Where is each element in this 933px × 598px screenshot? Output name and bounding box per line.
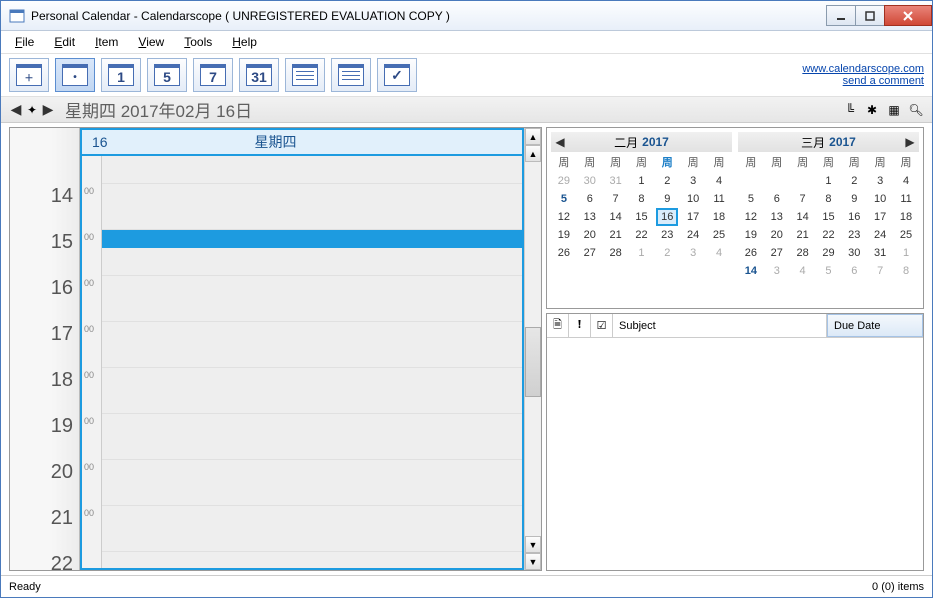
hour-label: 15 <box>10 230 79 276</box>
day1-view-button[interactable]: 1 <box>101 58 141 92</box>
minimize-button[interactable] <box>826 5 856 26</box>
prev-day-button[interactable]: ◀ <box>9 101 23 118</box>
menu-view[interactable]: View <box>130 33 172 51</box>
hour-label: 17 <box>10 322 79 368</box>
maximize-button[interactable] <box>855 5 885 26</box>
year-label: 2017 <box>829 135 856 149</box>
hour-label: 22 <box>10 552 79 575</box>
next-day-button[interactable]: ▶ <box>41 101 55 118</box>
mini-month-feb: ◀ 二月 2017 周周周周周周周 2930311234 567891011 1… <box>551 132 732 304</box>
item-count: 0 (0) items <box>872 581 924 593</box>
site-link[interactable]: www.calendarscope.com <box>802 63 924 75</box>
month-label: 三月 <box>801 134 825 151</box>
day-header[interactable]: 16 星期四 <box>80 128 524 156</box>
statusbar: Ready 0 (0) items <box>1 575 932 597</box>
mini-calendars: ◀ 二月 2017 周周周周周周周 2930311234 567891011 1… <box>546 127 924 309</box>
grid-view-button[interactable] <box>285 58 325 92</box>
task-type-icon[interactable]: 🗎︎ <box>547 314 569 337</box>
menu-file[interactable]: File <box>7 33 42 51</box>
task-subject-header[interactable]: Subject <box>613 314 827 337</box>
day-scrollbar[interactable]: ▲ ▲ ▼ ▼ <box>524 128 541 570</box>
layout-icon[interactable]: ╚ <box>842 102 858 118</box>
hour-label: 16 <box>10 276 79 322</box>
scroll-thumb[interactable] <box>525 327 541 397</box>
find-icon[interactable]: 🔍︎ <box>908 102 924 118</box>
menu-item[interactable]: Item <box>87 33 126 51</box>
menu-help[interactable]: Help <box>224 33 265 51</box>
comment-link[interactable]: send a comment <box>802 75 924 87</box>
navbar: ◀ ✦ ▶ 星期四 2017年02月 16日 ╚ ✱ ▦ 🔍︎ <box>1 97 932 123</box>
scroll-down-button[interactable]: ▼ <box>525 536 541 553</box>
menubar: File Edit Item View Tools Help <box>1 31 932 53</box>
task-complete-icon[interactable]: ☑︎ <box>591 314 613 337</box>
scroll-up-button[interactable]: ▲ <box>525 128 541 145</box>
hour-label: 18 <box>10 368 79 414</box>
day-view-pane: 14 15 16 17 18 19 20 21 22 16 星期四 <box>9 127 542 571</box>
day-number: 16 <box>92 134 108 150</box>
tasks-view-button[interactable] <box>377 58 417 92</box>
hour-label: 20 <box>10 460 79 506</box>
menu-tools[interactable]: Tools <box>176 33 220 51</box>
scroll-down-button[interactable]: ▼ <box>525 553 541 570</box>
minute-column: 00 00 00 00 00 00 00 00 <box>82 156 102 568</box>
window-title: Personal Calendar - Calendarscope ( UNRE… <box>31 9 827 23</box>
hour-label: 21 <box>10 506 79 552</box>
today-view-button[interactable]: • <box>55 58 95 92</box>
status-text: Ready <box>9 581 41 593</box>
app-icon <box>9 8 25 24</box>
close-button[interactable] <box>884 5 932 26</box>
goto-today-button[interactable]: ✦ <box>23 101 41 119</box>
task-priority-icon[interactable]: ❗︎ <box>569 314 591 337</box>
current-date-label: 星期四 2017年02月 16日 <box>65 97 252 122</box>
mini-month-mar: 三月 2017 ▶ 周周周周周周周 1234 567891011 1213141… <box>738 132 919 304</box>
time-slots[interactable] <box>102 156 522 568</box>
panel-icon[interactable]: ▦ <box>886 102 902 118</box>
day7-view-button[interactable]: 7 <box>193 58 233 92</box>
app-window: Personal Calendar - Calendarscope ( UNRE… <box>0 0 933 598</box>
hour-label: 19 <box>10 414 79 460</box>
task-header: 🗎︎ ❗︎ ☑︎ Subject Due Date <box>547 314 923 338</box>
month-label: 二月 <box>614 134 638 151</box>
prev-month-button[interactable]: ◀ <box>553 135 567 149</box>
list-view-button[interactable] <box>331 58 371 92</box>
current-time-slot[interactable] <box>102 230 522 248</box>
content-area: 14 15 16 17 18 19 20 21 22 16 星期四 <box>1 123 932 575</box>
task-duedate-header[interactable]: Due Date <box>827 314 923 337</box>
menu-edit[interactable]: Edit <box>46 33 83 51</box>
scroll-up-button[interactable]: ▲ <box>525 145 541 162</box>
day-name: 星期四 <box>255 132 297 152</box>
settings-icon[interactable]: ✱ <box>864 102 880 118</box>
new-event-button[interactable]: ＋ <box>9 58 49 92</box>
day5-view-button[interactable]: 5 <box>147 58 187 92</box>
titlebar: Personal Calendar - Calendarscope ( UNRE… <box>1 1 932 31</box>
year-label: 2017 <box>642 135 669 149</box>
hour-column: 14 15 16 17 18 19 20 21 22 <box>10 128 80 570</box>
task-pane: 🗎︎ ❗︎ ☑︎ Subject Due Date <box>546 313 924 571</box>
today-cell[interactable]: 16 <box>654 208 680 226</box>
hour-label: 14 <box>10 184 79 230</box>
next-month-button[interactable]: ▶ <box>903 135 917 149</box>
month-view-button[interactable]: 31 <box>239 58 279 92</box>
toolbar: ＋ • 1 5 7 31 www.calendarscope.com send … <box>1 53 932 97</box>
